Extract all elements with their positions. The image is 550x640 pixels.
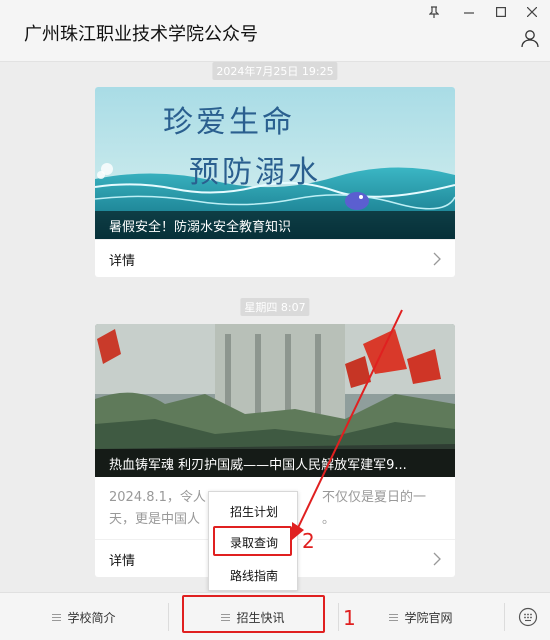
close-icon[interactable] [523,4,541,20]
article-title[interactable]: 暑假安全！防溺水安全教育知识 [95,211,455,239]
window-title: 广州珠江职业技术学院公众号 [24,24,258,45]
detail-link[interactable]: 详情 [95,239,455,276]
annotation-box-1 [182,595,325,633]
detail-label: 详情 [109,554,136,569]
menu-label: 学院官网 [404,610,453,625]
article-card[interactable]: 珍爱生命 预防溺水 暑假安全！防溺水安全教育知识 详情 [95,87,455,277]
cover-headline-2: 预防溺水 [189,155,321,190]
annotation-arrow [292,309,403,540]
title-bar: 广州珠江职业技术学院公众号 [0,0,550,62]
summary-text: 天，更是中国人 [109,512,201,527]
chevron-right-icon [433,252,441,266]
minimize-icon[interactable] [460,4,478,20]
timestamp: 2024年7月25日 19:25 [212,62,338,80]
menu-official-site[interactable]: 学院官网 [338,593,504,640]
maximize-icon[interactable] [492,4,510,20]
cover-headline-1: 珍爱生命 [163,105,295,140]
menu-icon [389,613,399,621]
menu-icon [52,613,62,621]
menu-school-intro[interactable]: 学校简介 [0,593,168,640]
chevron-right-icon [433,552,441,566]
menu-item-route-guide[interactable]: 路线指南 [209,562,299,590]
article-cover-image[interactable]: 珍爱生命 预防溺水 暑假安全！防溺水安全教育知识 [95,87,455,239]
pin-icon[interactable] [425,4,443,20]
menu-label: 学校简介 [67,610,116,625]
summary-text: 2024.8.1，令人 [109,490,206,505]
keyboard-icon[interactable] [505,593,550,640]
profile-icon[interactable] [520,28,540,48]
annotation-label-1: 1 [343,606,356,630]
detail-label: 详情 [109,254,136,269]
